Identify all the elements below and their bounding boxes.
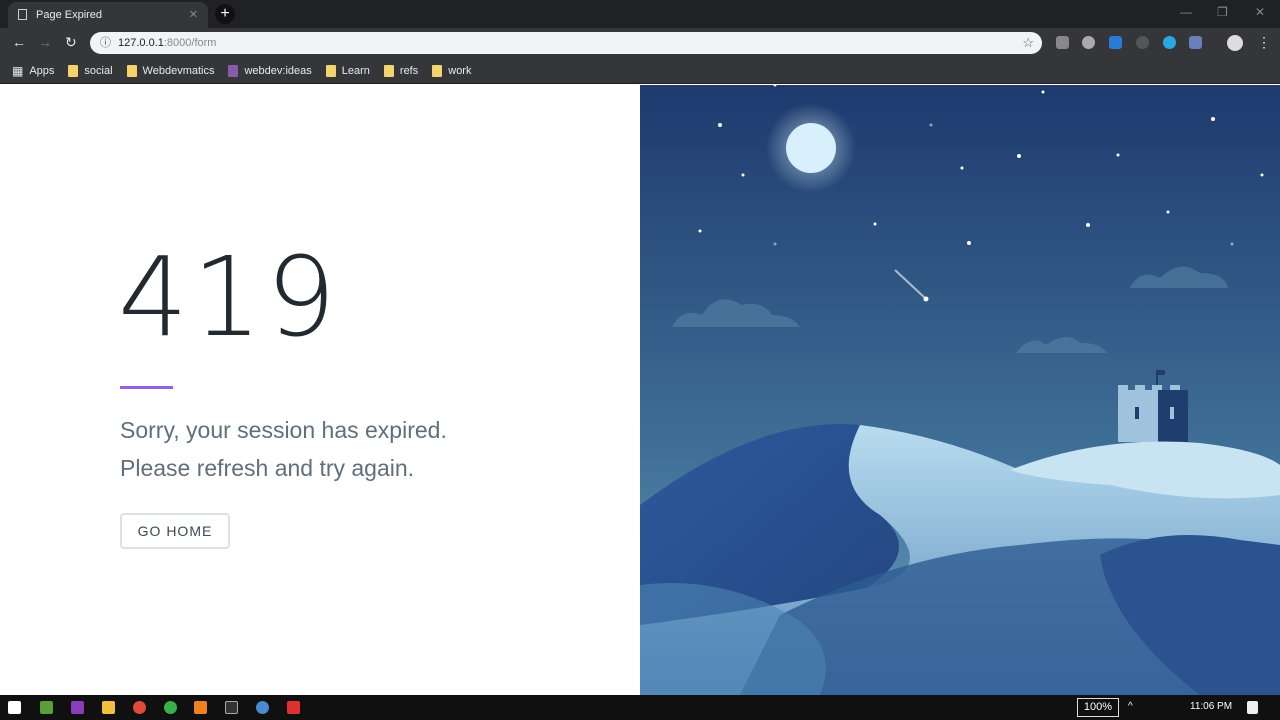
- restore-icon[interactable]: ❐: [1217, 5, 1228, 19]
- toolbar: ← → ↻ ⓘ 127.0.0.1:8000/form ☆ ⋮: [0, 28, 1280, 58]
- bookmark-label: Webdevmatics: [142, 64, 215, 77]
- tab-page-expired[interactable]: Page Expired ✕: [8, 2, 208, 28]
- extension-icon[interactable]: [1163, 36, 1176, 49]
- bookmark-label: social: [84, 64, 113, 77]
- bookmark-webdev-ideas[interactable]: webdev:ideas: [228, 64, 312, 77]
- url-host: 127.0.0.1: [118, 37, 164, 49]
- night-desert-illustration: [640, 83, 1280, 695]
- bookmark-learn[interactable]: Learn: [325, 64, 370, 77]
- page-icon: [18, 9, 27, 20]
- error-message: Sorry, your session has expired. Please …: [120, 411, 447, 487]
- folder-icon: [126, 64, 137, 77]
- clock[interactable]: 11:06 PM: [1190, 701, 1232, 712]
- error-code: 419: [118, 233, 340, 361]
- extension-icon[interactable]: [1136, 36, 1149, 49]
- page-content: 419 Sorry, your session has expired. Ple…: [0, 83, 1280, 695]
- message-line: Sorry, your session has expired.: [120, 417, 447, 443]
- forward-icon[interactable]: →: [38, 34, 52, 50]
- apps-grid-icon: ▦: [12, 63, 24, 78]
- windows-start-icon[interactable]: [8, 701, 21, 714]
- zoom-indicator: 100%: [1077, 698, 1119, 717]
- app-icon[interactable]: [40, 701, 53, 714]
- info-icon[interactable]: ⓘ: [100, 32, 111, 54]
- settings-gear-icon[interactable]: [1082, 36, 1095, 49]
- terminal-icon[interactable]: [225, 701, 238, 714]
- chrome-active-icon[interactable]: [256, 701, 269, 714]
- bookmark-label: work: [448, 64, 472, 77]
- bookmark-webdevmatics[interactable]: Webdevmatics: [126, 64, 215, 77]
- app-icon[interactable]: [164, 701, 177, 714]
- bookmark-label: refs: [399, 64, 419, 77]
- bookmark-label: Learn: [341, 64, 370, 77]
- tab-strip: Page Expired ✕ + — ❐ ✕: [0, 0, 1280, 28]
- pen-icon[interactable]: [1189, 36, 1202, 49]
- go-home-button[interactable]: GO HOME: [120, 513, 230, 549]
- new-tab-button[interactable]: +: [215, 4, 235, 24]
- bookmark-work[interactable]: work: [432, 64, 472, 77]
- bookmark-star-icon[interactable]: ☆: [1022, 32, 1034, 54]
- minimize-icon[interactable]: —: [1180, 5, 1192, 19]
- accent-divider: [120, 386, 173, 389]
- close-window-icon[interactable]: ✕: [1255, 5, 1265, 19]
- sublime-icon[interactable]: [194, 701, 207, 714]
- windows-taskbar: 100% ^ 11:06 PM: [0, 695, 1280, 720]
- error-panel: 419 Sorry, your session has expired. Ple…: [0, 85, 640, 695]
- address-bar[interactable]: ⓘ 127.0.0.1:8000/form ☆: [90, 32, 1042, 54]
- extension-icon[interactable]: [1109, 36, 1122, 49]
- menu-icon[interactable]: ⋮: [1257, 34, 1271, 51]
- bookmark-apps[interactable]: ▦ Apps: [12, 64, 54, 78]
- message-line: Please refresh and try again.: [120, 455, 415, 481]
- bookmark-label: webdev:ideas: [244, 64, 312, 77]
- bookmark-social[interactable]: social: [68, 64, 113, 77]
- app-icon[interactable]: [71, 701, 84, 714]
- close-tab-icon[interactable]: ✕: [189, 8, 198, 21]
- folder-icon: [432, 64, 443, 77]
- folder-icon: [383, 64, 394, 77]
- bookmark-label: Apps: [29, 64, 55, 77]
- folder-icon: [68, 64, 79, 77]
- folder-icon: [325, 64, 336, 77]
- reload-icon[interactable]: ↻: [65, 34, 77, 51]
- url-path: :8000/form: [163, 37, 217, 49]
- avatar[interactable]: [1227, 35, 1243, 51]
- back-icon[interactable]: ←: [12, 34, 26, 50]
- notifications-icon[interactable]: [1247, 701, 1258, 714]
- chrome-icon[interactable]: [133, 701, 146, 714]
- trello-icon: [228, 64, 239, 77]
- file-explorer-icon[interactable]: [102, 701, 115, 714]
- tab-title: Page Expired: [36, 9, 103, 21]
- extension-icon[interactable]: [1056, 36, 1069, 49]
- app-icon[interactable]: [287, 701, 300, 714]
- moon: [786, 123, 836, 173]
- tray-chevron-icon[interactable]: ^: [1128, 701, 1133, 712]
- bookmark-refs[interactable]: refs: [383, 64, 419, 77]
- bookmarks-bar: ▦ Apps social Webdevmatics webdev:ideas L…: [0, 58, 1280, 84]
